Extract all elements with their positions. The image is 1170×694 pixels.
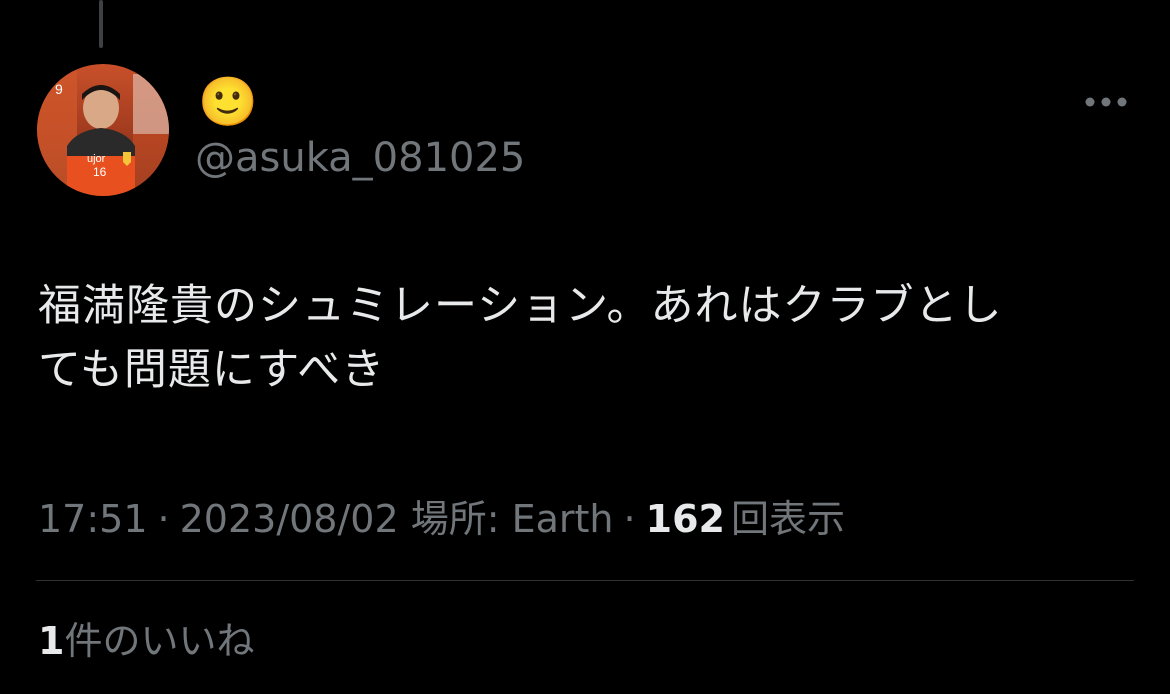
- likes-link[interactable]: 1件のいいね: [38, 614, 254, 668]
- tweet-date[interactable]: 2023/08/02: [180, 497, 399, 541]
- likes-count: 1: [38, 619, 65, 663]
- tweet-time[interactable]: 17:51: [38, 497, 148, 541]
- avatar-image: 9 ujor 16: [37, 64, 169, 196]
- tweet-text: 福満隆貴のシュミレーション。あれはクラブとし ても問題にすべき: [38, 274, 1128, 402]
- svg-text:ujor: ujor: [87, 153, 106, 165]
- display-name[interactable]: 🙂: [198, 72, 258, 132]
- meta-separator: ·: [623, 497, 636, 541]
- tweet-text-line: ても問題にすべき: [38, 345, 386, 395]
- views-label: 回表示: [730, 497, 845, 541]
- divider: [36, 580, 1134, 581]
- more-options-button[interactable]: [1076, 82, 1136, 122]
- tweet-metadata: 17:51 · 2023/08/02 場所: Earth · 162 回表示: [38, 492, 1128, 546]
- tweet-location: 場所: Earth: [410, 497, 614, 541]
- likes-label: 件のいいね: [64, 619, 255, 663]
- avatar[interactable]: 9 ujor 16: [37, 64, 169, 196]
- svg-text:9: 9: [55, 81, 63, 97]
- user-handle[interactable]: @asuka_081025: [195, 132, 525, 184]
- tweet-text-line: 福満隆貴のシュミレーション。あれはクラブとし: [38, 281, 1003, 331]
- svg-text:16: 16: [93, 165, 107, 179]
- more-horizontal-icon: [1085, 97, 1127, 107]
- views-count: 162: [645, 497, 725, 541]
- meta-separator: ·: [157, 497, 170, 541]
- thread-connector-line: [99, 0, 103, 48]
